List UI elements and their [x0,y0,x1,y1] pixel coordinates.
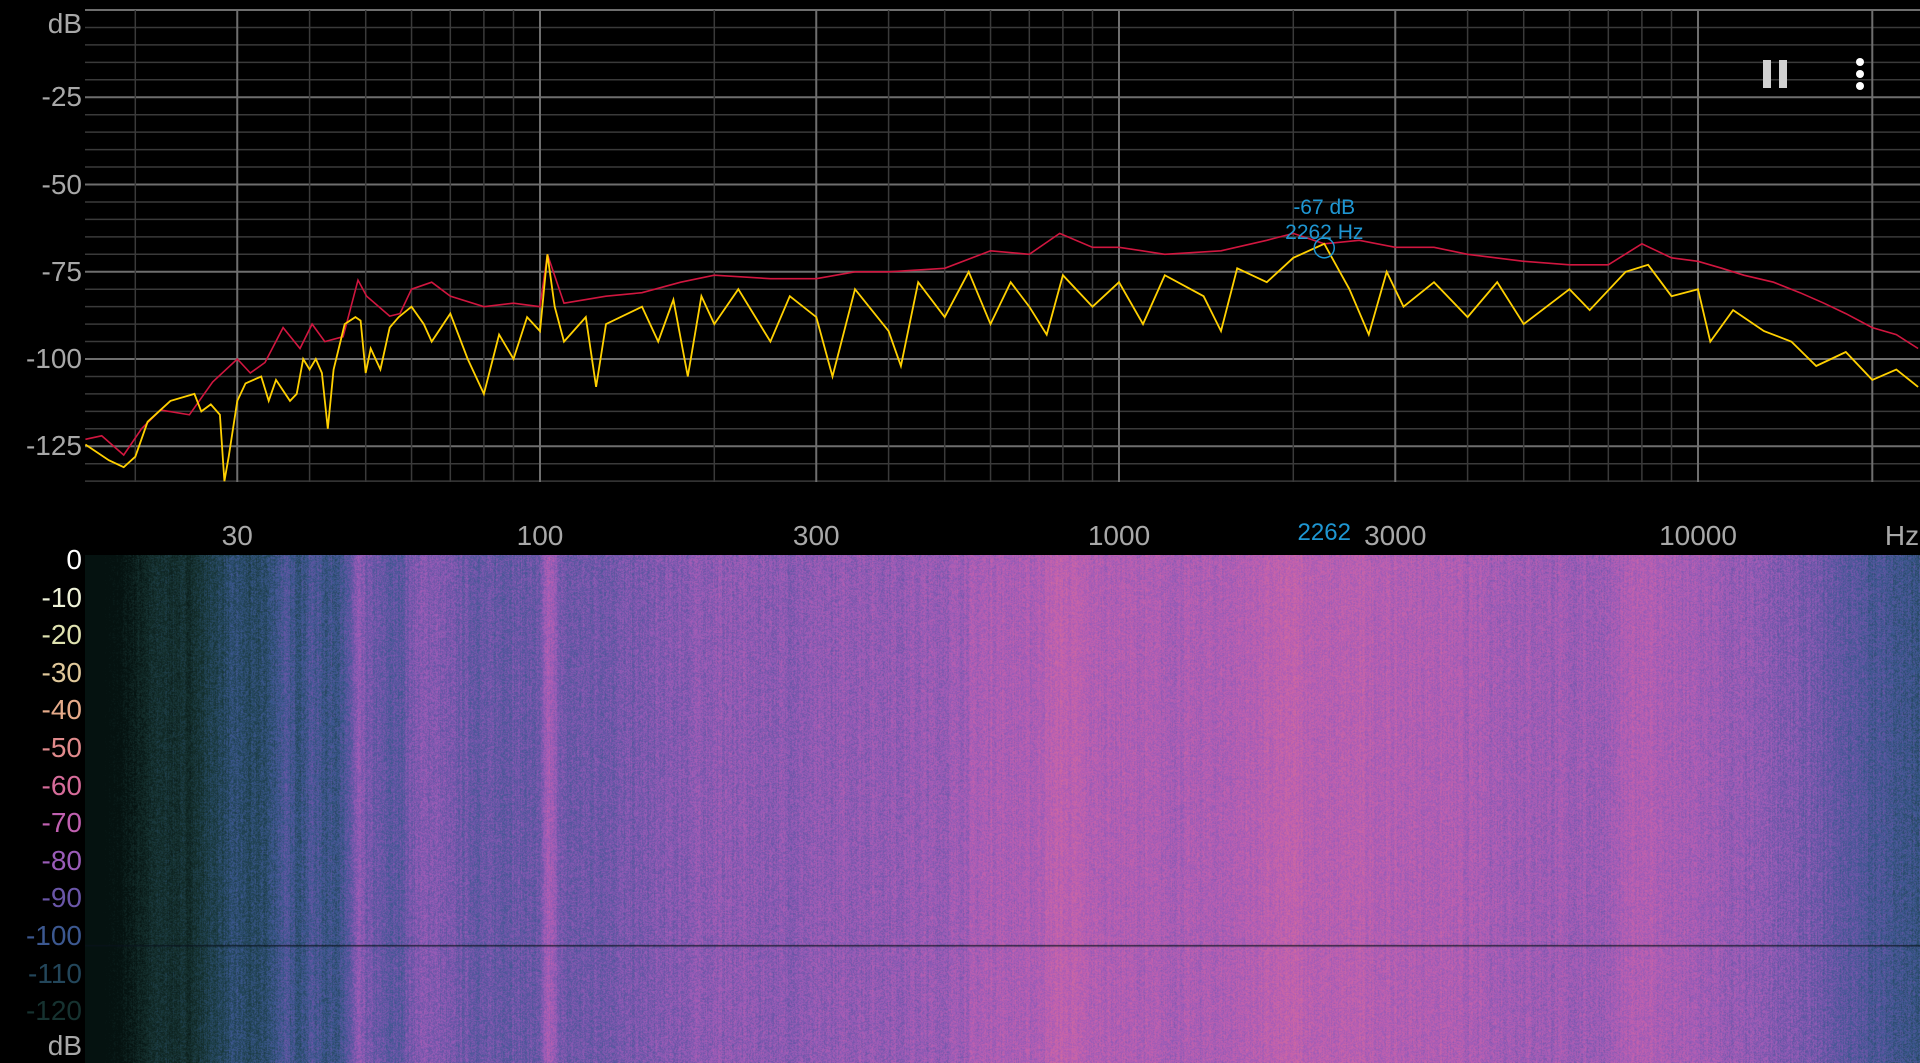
spectrogram-scale-label: -90 [41,882,82,914]
spectrogram-scale-label: -50 [41,732,82,763]
cursor-axis-label: 2262 [1297,519,1351,546]
pause-icon [1763,60,1787,88]
x-tick-label: 100 [516,520,564,551]
spectrogram-scale-label: -120 [25,995,82,1027]
spectrogram-unit: dB [47,1030,82,1061]
y-tick-label: -125 [25,430,82,462]
spectrogram-scale-label: -20 [41,619,82,651]
y-axis-unit: dB [47,8,82,39]
cursor-db-readout: -67 dB [1293,195,1356,219]
x-axis-unit: Hz [1884,520,1920,551]
spectrogram-scale-label: -40 [41,694,82,726]
more-vert-icon [1856,58,1864,90]
x-tick-label: 10000 [1659,520,1737,551]
spectrogram-scale-label: -80 [41,844,82,876]
y-tick-label: -25 [41,81,82,113]
x-tick-label: 1000 [1087,520,1151,551]
spectrogram[interactable] [85,555,1920,1063]
cursor-hz-readout: 2262 Hz [1285,220,1364,244]
x-tick-label: 3000 [1364,520,1427,551]
pause-button[interactable] [1762,58,1788,88]
y-tick-label: -50 [41,168,82,200]
spectrogram-scale-label: -60 [41,769,82,801]
spectrum-plot[interactable] [0,0,1920,555]
spectrogram-scale-label: 0 [66,544,82,575]
spectrogram-scale-label: -70 [41,807,82,839]
spectrogram-scale-label: -10 [41,581,82,613]
spectrogram-scale-label: -110 [28,957,82,989]
x-tick-label: 30 [221,520,253,551]
y-tick-label: -100 [25,343,82,374]
spectrogram-scale-label: -100 [25,920,82,951]
y-tick-label: -75 [41,255,82,287]
spectrogram-scale-label: -30 [41,656,82,688]
more-options-button[interactable] [1848,56,1872,92]
x-tick-label: 300 [792,520,840,551]
